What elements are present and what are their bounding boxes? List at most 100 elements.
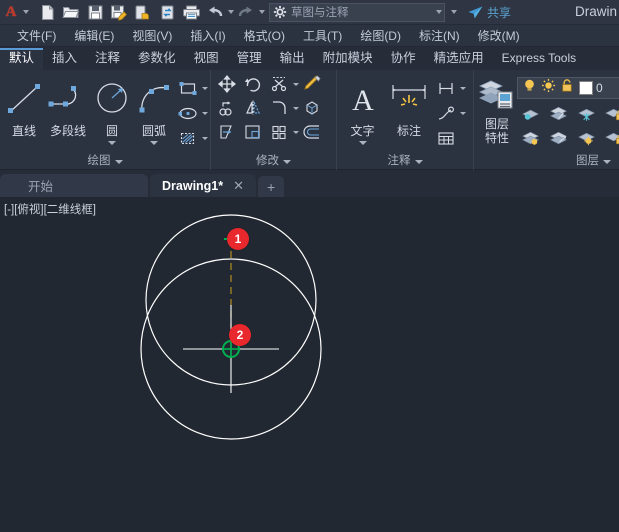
titlebar-overflow-chevron-icon[interactable] [451, 10, 457, 14]
draw-circle-button[interactable]: 圆 [91, 74, 133, 145]
layer-color-swatch[interactable] [579, 81, 593, 95]
drawing-canvas[interactable]: [-][俯视][二维线框] [0, 197, 619, 532]
freeze-sun-icon[interactable] [541, 78, 556, 98]
layer-unlock-icon[interactable] [601, 126, 619, 150]
trim-icon[interactable] [266, 72, 292, 96]
ribbon-tab-addins[interactable]: 附加模块 [314, 48, 382, 70]
ribbon-tab-home[interactable]: 默认 [0, 48, 43, 70]
layer-properties-button[interactable]: 图层 特性 [477, 74, 517, 145]
dim-linear-chevron-down-icon[interactable] [460, 87, 466, 90]
layer-current-control[interactable]: 0 [517, 77, 619, 99]
sync-icon[interactable] [155, 1, 179, 23]
open-file-icon[interactable] [59, 1, 83, 23]
lock-icon[interactable] [560, 78, 574, 98]
scale-icon[interactable] [240, 120, 266, 144]
panel-layers-title[interactable]: 图层 [474, 153, 619, 170]
panel-draw-title[interactable]: 绘图 [0, 153, 210, 170]
draw-polyline-button[interactable]: 多段线 [45, 74, 91, 139]
copy-icon[interactable] [214, 96, 240, 120]
undo-icon[interactable] [203, 1, 227, 23]
draw-arc-button[interactable]: 圆弧 [133, 74, 175, 145]
ribbon-tab-output[interactable]: 输出 [271, 48, 314, 70]
move-icon[interactable] [214, 72, 240, 96]
draw-circle-chevron-down-icon[interactable] [108, 141, 116, 145]
document-tab-drawing1[interactable]: Drawing1* ✕ [150, 174, 256, 197]
dimension-icon [387, 77, 431, 121]
ribbon-tab-express-tools[interactable]: Express Tools [493, 48, 585, 70]
mirror-icon[interactable] [240, 96, 266, 120]
erase-icon[interactable] [299, 72, 325, 96]
fillet-icon[interactable] [266, 96, 292, 120]
app-menu-chevron-icon[interactable] [23, 10, 29, 14]
explode-icon[interactable] [299, 96, 325, 120]
draw-polyline-label: 多段线 [50, 122, 86, 139]
menu-draw[interactable]: 绘图(D) [351, 25, 410, 47]
ribbon-tab-view[interactable]: 视图 [185, 48, 228, 70]
app-menu-button[interactable]: A [0, 0, 22, 25]
menu-format[interactable]: 格式(O) [235, 25, 294, 47]
menu-modify[interactable]: 修改(M) [469, 25, 529, 47]
close-icon[interactable]: ✕ [233, 178, 244, 194]
ribbon-tab-parametric[interactable]: 参数化 [129, 48, 185, 70]
menu-insert[interactable]: 插入(I) [181, 25, 234, 47]
share-button[interactable]: 共享 [467, 4, 511, 21]
bulb-on-icon[interactable] [522, 78, 537, 98]
workspace-chevron-down-icon[interactable] [436, 10, 442, 14]
array-icon[interactable] [266, 120, 292, 144]
panel-layers-chevron-down-icon[interactable] [603, 160, 611, 164]
ellipse-chevron-down-icon[interactable] [202, 112, 208, 115]
offset-icon[interactable] [299, 120, 325, 144]
workspace-selector[interactable]: 草图与注释 [269, 3, 445, 22]
export-icon[interactable] [131, 1, 155, 23]
rectangle-icon[interactable] [175, 76, 201, 100]
menu-file[interactable]: 文件(F) [8, 25, 65, 47]
menu-dimension[interactable]: 标注(N) [410, 25, 469, 47]
hatch-chevron-down-icon[interactable] [202, 137, 208, 140]
save-as-icon[interactable] [107, 1, 131, 23]
ribbon-tab-annotate[interactable]: 注释 [86, 48, 129, 70]
panel-draw-chevron-down-icon[interactable] [115, 160, 123, 164]
arc-icon [133, 77, 175, 121]
document-tab-start[interactable]: 开始 [0, 174, 148, 197]
panel-annotation-title[interactable]: 注释 [337, 153, 473, 170]
layer-freeze-icon[interactable] [573, 102, 601, 126]
rotate-icon[interactable] [240, 72, 266, 96]
layer-isolate-icon[interactable] [517, 102, 545, 126]
stretch-icon[interactable] [214, 120, 240, 144]
ribbon-tab-featured-apps[interactable]: 精选应用 [425, 48, 493, 70]
layer-thaw-icon[interactable] [573, 126, 601, 150]
annotation-text-chevron-down-icon[interactable] [359, 141, 367, 145]
leader-icon[interactable] [433, 101, 459, 125]
menu-edit[interactable]: 编辑(E) [65, 25, 123, 47]
panel-annotation-chevron-down-icon[interactable] [415, 160, 423, 164]
annotation-dimension-button[interactable]: 标注 [385, 74, 433, 139]
ribbon-tab-insert[interactable]: 插入 [43, 48, 86, 70]
hatch-icon[interactable] [175, 126, 201, 150]
menu-tools[interactable]: 工具(T) [294, 25, 351, 47]
print-icon[interactable] [179, 1, 203, 23]
draw-arc-chevron-down-icon[interactable] [150, 141, 158, 145]
draw-small-buttons [175, 74, 208, 150]
annotation-text-button[interactable]: A 文字 [340, 74, 385, 145]
menu-view[interactable]: 视图(V) [123, 25, 181, 47]
panel-modify-chevron-down-icon[interactable] [283, 160, 291, 164]
draw-line-button[interactable]: 直线 [3, 74, 45, 139]
leader-chevron-down-icon[interactable] [460, 112, 466, 115]
ribbon-tab-manage[interactable]: 管理 [228, 48, 271, 70]
new-file-icon[interactable] [35, 1, 59, 23]
redo-icon[interactable] [234, 1, 258, 23]
layer-on-icon[interactable] [517, 126, 545, 150]
redo-chevron-icon[interactable] [259, 10, 265, 14]
step-marker-2: 2 [229, 324, 251, 346]
panel-modify-title[interactable]: 修改 [211, 153, 336, 170]
layer-lock-icon[interactable] [601, 102, 619, 126]
ribbon-tab-collaborate[interactable]: 协作 [382, 48, 425, 70]
new-tab-button[interactable]: + [258, 176, 284, 197]
save-icon[interactable] [83, 1, 107, 23]
ellipse-icon[interactable] [175, 101, 201, 125]
rectangle-chevron-down-icon[interactable] [202, 87, 208, 90]
layer-unisolate-icon[interactable] [545, 126, 573, 150]
layer-off-icon[interactable] [545, 102, 573, 126]
table-icon[interactable] [433, 126, 459, 150]
dim-linear-icon[interactable] [433, 76, 459, 100]
